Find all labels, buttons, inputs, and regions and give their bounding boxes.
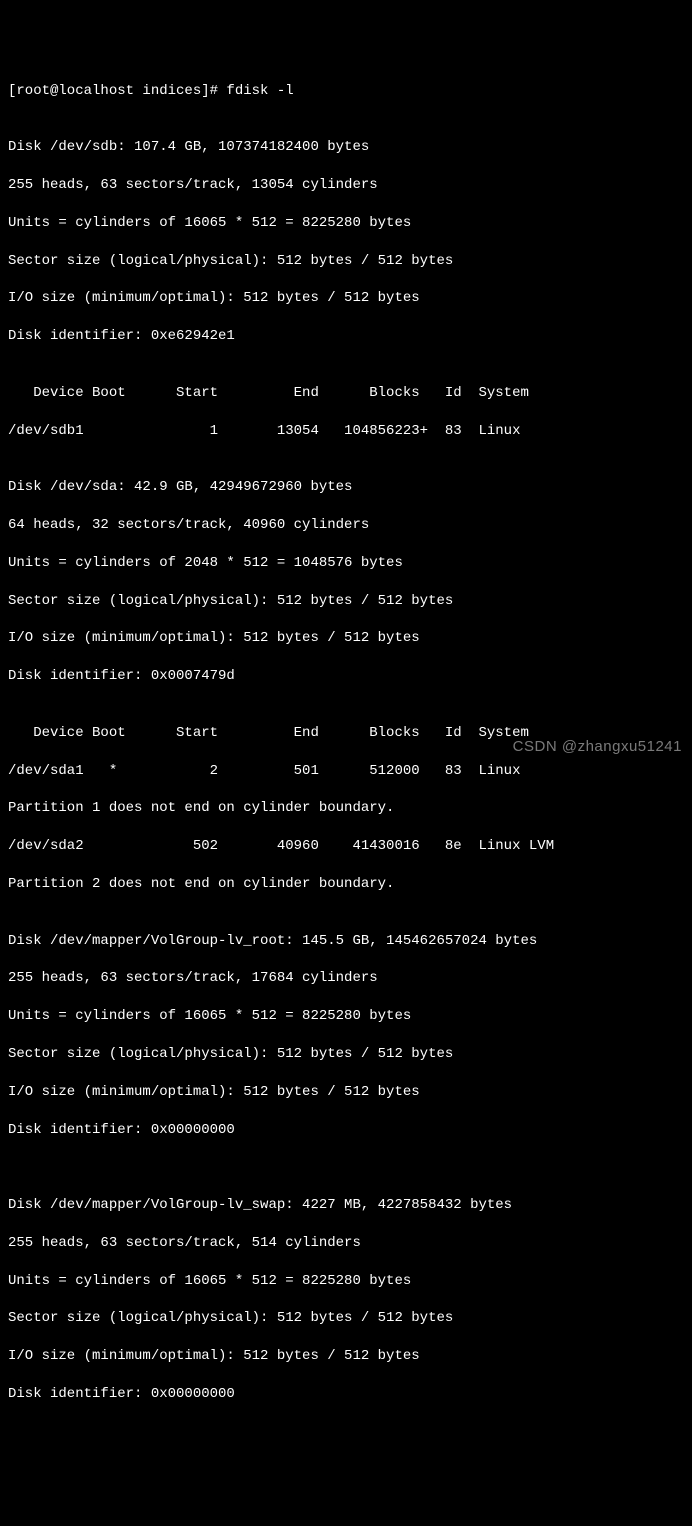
sda-geometry: 64 heads, 32 sectors/track, 40960 cylind… [8, 516, 684, 535]
sda-partition-1: /dev/sda1 * 2 501 512000 83 Linux [8, 762, 684, 781]
terminal-prompt: [root@localhost indices]# fdisk -l [8, 82, 684, 101]
sda-sector-size: Sector size (logical/physical): 512 byte… [8, 592, 684, 611]
sda-warning-2: Partition 2 does not end on cylinder bou… [8, 875, 684, 894]
sda-units: Units = cylinders of 2048 * 512 = 104857… [8, 554, 684, 573]
sdb-partition-header: Device Boot Start End Blocks Id System [8, 384, 684, 403]
csdn-watermark: CSDN @zhangxu51241 [513, 737, 682, 757]
lvroot-disk-line: Disk /dev/mapper/VolGroup-lv_root: 145.5… [8, 932, 684, 951]
lvswap-identifier: Disk identifier: 0x00000000 [8, 1385, 684, 1404]
sdb-disk-line: Disk /dev/sdb: 107.4 GB, 107374182400 by… [8, 138, 684, 157]
lvswap-disk-line: Disk /dev/mapper/VolGroup-lv_swap: 4227 … [8, 1196, 684, 1215]
sda-disk-line: Disk /dev/sda: 42.9 GB, 42949672960 byte… [8, 478, 684, 497]
sdb-units: Units = cylinders of 16065 * 512 = 82252… [8, 214, 684, 233]
lvswap-units: Units = cylinders of 16065 * 512 = 82252… [8, 1272, 684, 1291]
sdb-geometry: 255 heads, 63 sectors/track, 13054 cylin… [8, 176, 684, 195]
sdb-io-size: I/O size (minimum/optimal): 512 bytes / … [8, 289, 684, 308]
lvroot-units: Units = cylinders of 16065 * 512 = 82252… [8, 1007, 684, 1026]
lvswap-sector-size: Sector size (logical/physical): 512 byte… [8, 1309, 684, 1328]
sda-partition-2: /dev/sda2 502 40960 41430016 8e Linux LV… [8, 837, 684, 856]
lvswap-geometry: 255 heads, 63 sectors/track, 514 cylinde… [8, 1234, 684, 1253]
lvroot-io-size: I/O size (minimum/optimal): 512 bytes / … [8, 1083, 684, 1102]
sdb-identifier: Disk identifier: 0xe62942e1 [8, 327, 684, 346]
sda-io-size: I/O size (minimum/optimal): 512 bytes / … [8, 629, 684, 648]
sda-warning-1: Partition 1 does not end on cylinder bou… [8, 799, 684, 818]
sdb-sector-size: Sector size (logical/physical): 512 byte… [8, 252, 684, 271]
lvroot-identifier: Disk identifier: 0x00000000 [8, 1121, 684, 1140]
lvroot-geometry: 255 heads, 63 sectors/track, 17684 cylin… [8, 969, 684, 988]
lvswap-io-size: I/O size (minimum/optimal): 512 bytes / … [8, 1347, 684, 1366]
lvroot-sector-size: Sector size (logical/physical): 512 byte… [8, 1045, 684, 1064]
sda-identifier: Disk identifier: 0x0007479d [8, 667, 684, 686]
sdb-partition-1: /dev/sdb1 1 13054 104856223+ 83 Linux [8, 422, 684, 441]
